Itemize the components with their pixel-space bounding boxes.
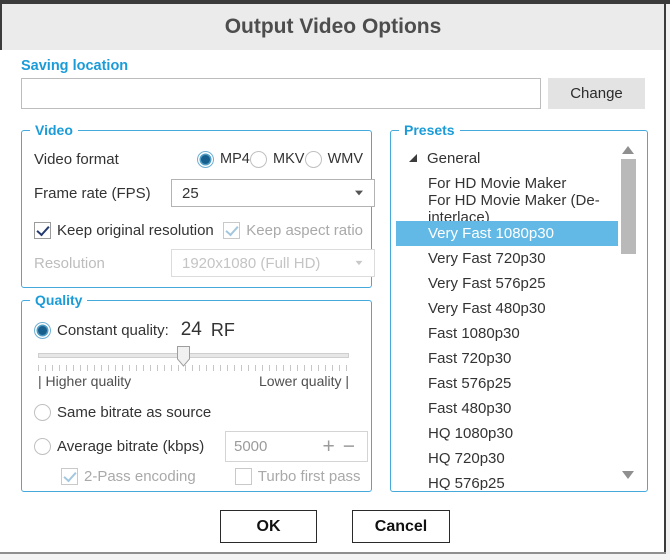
frame-rate-label: Frame rate (FPS) (34, 185, 151, 202)
higher-quality-label: | Higher quality (38, 373, 131, 389)
keep-original-resolution-label: Keep original resolution (57, 222, 214, 239)
window-edge-right (666, 4, 670, 554)
preset-group-label: General (427, 150, 480, 167)
tree-expand-icon (408, 153, 418, 163)
quality-group: Quality Constant quality: 24 RF | Higher… (21, 300, 372, 492)
presets-tree: General For HD Movie Maker For HD Movie M… (392, 137, 621, 490)
average-bitrate-spinner: 5000 + − (225, 431, 368, 462)
bitrate-increment-button: + (318, 437, 338, 457)
cancel-button[interactable]: Cancel (352, 510, 450, 543)
saving-location-label: Saving location (21, 58, 128, 74)
constant-quality-label: Constant quality: (57, 322, 169, 339)
title-bar: Output Video Options (0, 4, 664, 50)
preset-item-label: Fast 720p30 (428, 350, 511, 367)
dropdown-caret-icon (355, 191, 363, 196)
keep-original-resolution-checkbox[interactable] (34, 222, 51, 239)
radio-constant-quality[interactable] (34, 322, 51, 339)
turbo-first-pass-label: Turbo first pass (258, 468, 361, 485)
presets-scrollbar (621, 144, 636, 481)
preset-item[interactable]: Very Fast 1080p30 (396, 221, 618, 246)
quality-slider-track[interactable] (38, 353, 349, 358)
frame-rate-value: 25 (182, 185, 199, 202)
quality-group-legend: Quality (30, 292, 87, 309)
preset-item[interactable]: HQ 576p25 (396, 471, 618, 490)
preset-item[interactable]: Very Fast 576p25 (396, 271, 618, 296)
bitrate-decrement-button: − (339, 437, 359, 457)
constant-quality-value: 24 (181, 319, 202, 341)
keep-aspect-ratio-label: Keep aspect ratio (246, 222, 363, 239)
dropdown-caret-icon (356, 261, 363, 265)
window-edge-bottom (0, 554, 670, 560)
turbo-first-pass-checkbox (235, 468, 252, 485)
window-border-bottom (0, 552, 666, 554)
preset-group-general[interactable]: General (396, 145, 618, 171)
radio-format-mp4-label: MP4 (220, 151, 250, 167)
scrollbar-thumb[interactable] (621, 159, 636, 254)
resolution-label: Resolution (34, 255, 105, 272)
slider-thumb-icon (177, 346, 190, 367)
quality-slider-thumb[interactable] (177, 346, 190, 367)
keep-aspect-ratio-checkbox (223, 222, 240, 239)
same-bitrate-label: Same bitrate as source (57, 404, 211, 421)
video-group: Video Video format MP4 MKV WMV Frame rat… (21, 130, 372, 288)
preset-item[interactable]: Very Fast 480p30 (396, 296, 618, 321)
radio-format-mkv[interactable] (250, 151, 267, 168)
two-pass-label: 2-Pass encoding (84, 468, 196, 485)
ok-button[interactable]: OK (220, 510, 317, 543)
preset-item-label: Very Fast 576p25 (428, 275, 546, 292)
preset-item-label: For HD Movie Maker (428, 175, 566, 192)
video-format-label: Video format (34, 151, 197, 168)
preset-item-label: Very Fast 480p30 (428, 300, 546, 317)
video-group-legend: Video (30, 122, 78, 139)
preset-item[interactable]: For HD Movie Maker (De-interlace) (396, 196, 618, 221)
resolution-dropdown: 1920x1080 (Full HD) (171, 249, 375, 277)
frame-rate-dropdown[interactable]: 25 (171, 179, 375, 207)
preset-item-label: Fast 576p25 (428, 375, 511, 392)
preset-item-label: Fast 1080p30 (428, 325, 520, 342)
preset-item-label: HQ 1080p30 (428, 425, 513, 442)
preset-item[interactable]: Very Fast 720p30 (396, 246, 618, 271)
constant-quality-unit: RF (211, 320, 235, 341)
change-button[interactable]: Change (548, 78, 645, 109)
preset-item-label: HQ 720p30 (428, 450, 505, 467)
radio-format-mp4[interactable] (197, 151, 214, 168)
presets-group: Presets General For HD Movie MakerFor HD… (390, 130, 648, 492)
preset-item-label: Very Fast 1080p30 (428, 225, 554, 242)
window-border-top (0, 0, 670, 4)
radio-average-bitrate[interactable] (34, 438, 51, 455)
saving-location-input[interactable] (21, 78, 541, 109)
preset-item[interactable]: Fast 720p30 (396, 346, 618, 371)
scroll-up-icon[interactable] (622, 146, 634, 154)
lower-quality-label: Lower quality | (259, 373, 349, 389)
average-bitrate-label: Average bitrate (kbps) (57, 438, 204, 455)
two-pass-checkbox (61, 468, 78, 485)
preset-item[interactable]: Fast 480p30 (396, 396, 618, 421)
preset-item[interactable]: HQ 720p30 (396, 446, 618, 471)
dialog-title: Output Video Options (225, 15, 442, 39)
radio-same-bitrate[interactable] (34, 404, 51, 421)
radio-format-mkv-label: MKV (273, 151, 304, 167)
radio-format-wmv-label: WMV (328, 151, 363, 167)
preset-item-label: Very Fast 720p30 (428, 250, 546, 267)
preset-item-label: Fast 480p30 (428, 400, 511, 417)
resolution-value: 1920x1080 (Full HD) (182, 255, 320, 272)
preset-item-label: HQ 576p25 (428, 475, 505, 490)
radio-format-wmv[interactable] (305, 151, 322, 168)
average-bitrate-value: 5000 (234, 438, 318, 455)
slider-tick-marks (38, 365, 349, 371)
preset-item[interactable]: HQ 1080p30 (396, 421, 618, 446)
preset-item[interactable]: Fast 1080p30 (396, 321, 618, 346)
window-border-right (664, 0, 666, 554)
scroll-down-icon[interactable] (622, 471, 634, 479)
preset-item[interactable]: Fast 576p25 (396, 371, 618, 396)
